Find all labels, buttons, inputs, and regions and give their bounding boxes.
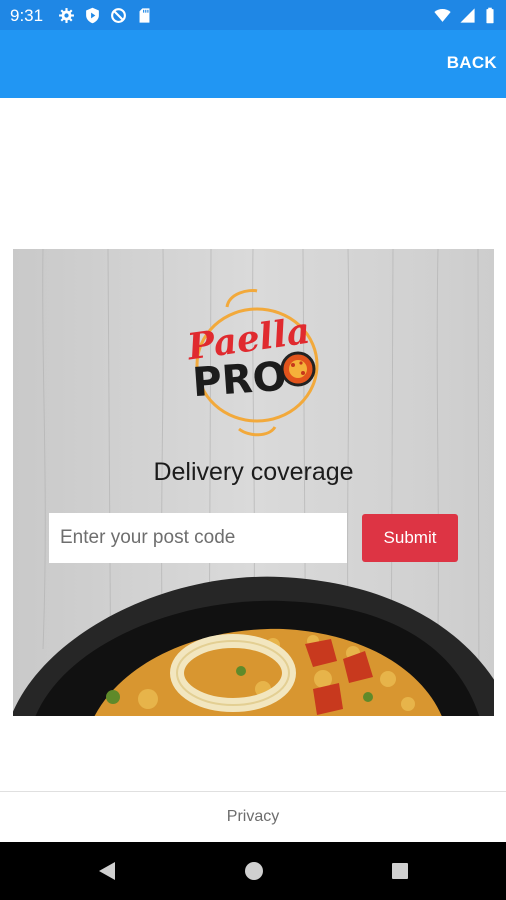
privacy-link[interactable]: Privacy xyxy=(0,808,506,826)
sd-card-icon xyxy=(139,8,150,23)
postcode-input[interactable] xyxy=(49,513,347,563)
home-circle-icon[interactable] xyxy=(244,861,264,881)
delivery-coverage-title: Delivery coverage xyxy=(153,458,354,486)
logo-text-pro: PRO xyxy=(191,354,288,406)
wifi-icon xyxy=(434,9,451,22)
data-saver-icon xyxy=(111,8,126,23)
battery-icon xyxy=(486,7,494,24)
delivery-coverage-panel: Paella PRO Delivery coverage Submit xyxy=(13,249,494,716)
system-icons xyxy=(434,7,496,24)
status-bar: 9:31 xyxy=(0,0,506,30)
signal-icon xyxy=(460,8,475,23)
navigation-bar xyxy=(0,842,506,900)
back-button[interactable]: BACK xyxy=(447,53,497,73)
play-protect-icon xyxy=(86,7,99,24)
submit-button[interactable]: Submit xyxy=(362,514,458,562)
back-triangle-icon[interactable] xyxy=(97,861,117,881)
paella-pro-logo: Paella PRO xyxy=(184,289,319,437)
footer-divider xyxy=(0,791,506,792)
gear-icon xyxy=(59,8,74,23)
app-bar: BACK xyxy=(0,30,506,98)
status-time: 9:31 xyxy=(10,6,44,25)
notification-icons xyxy=(58,7,153,24)
recents-square-icon[interactable] xyxy=(390,861,410,881)
